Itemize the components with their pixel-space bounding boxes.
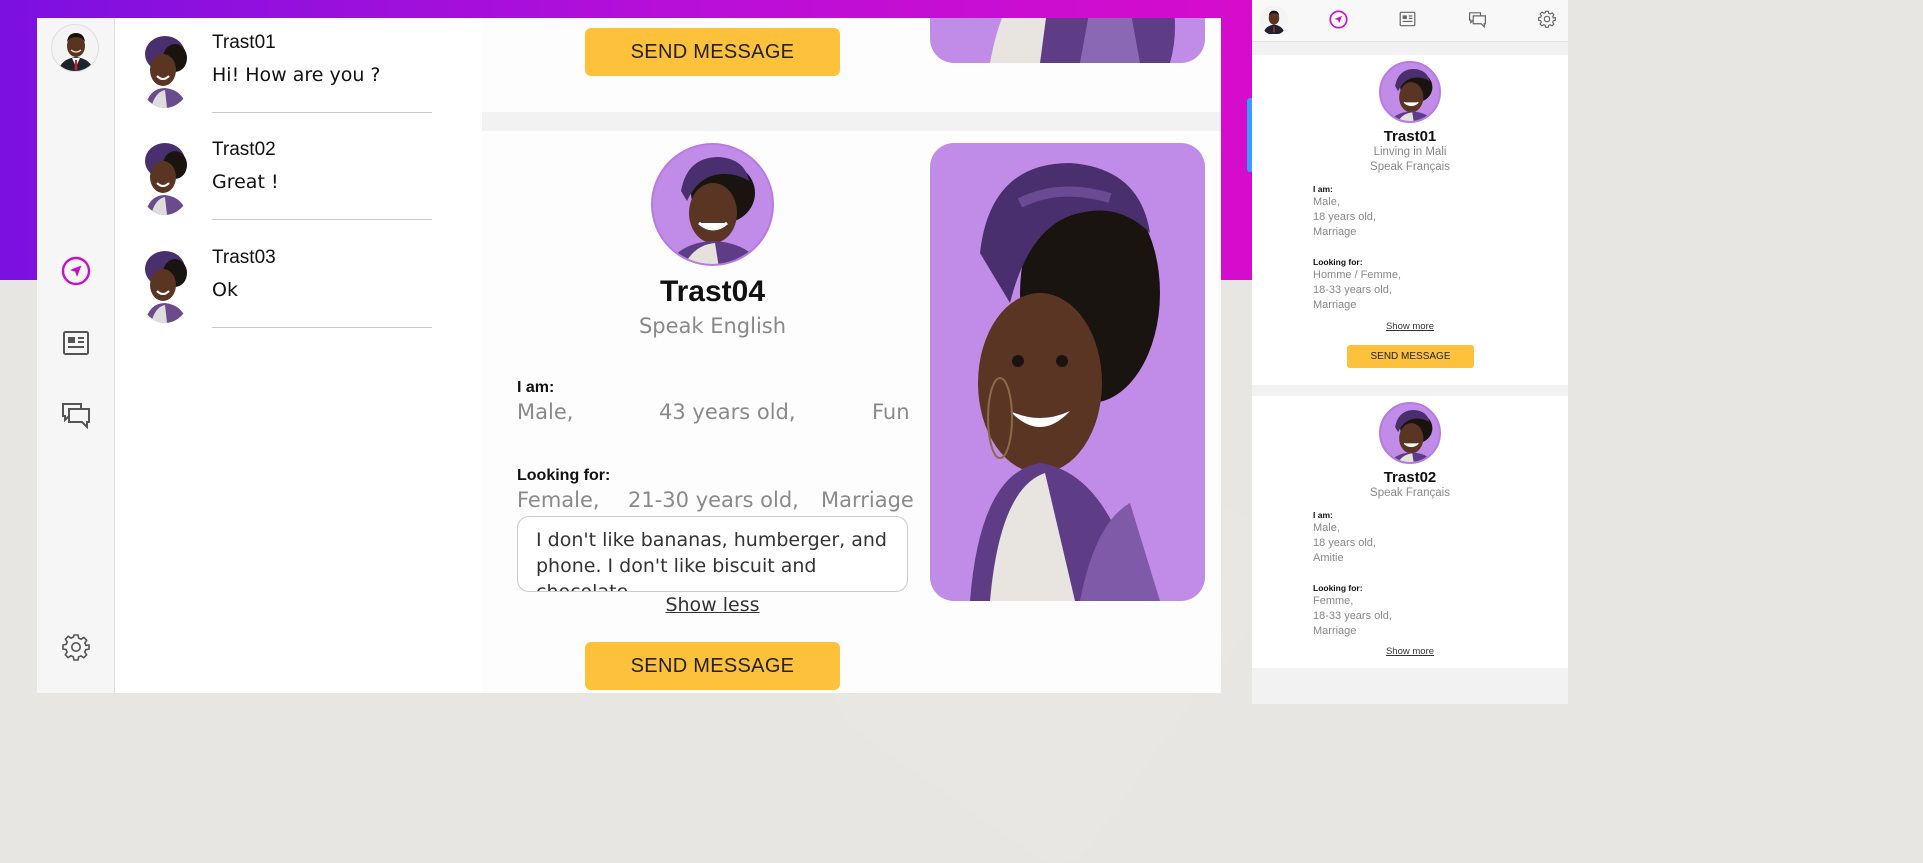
profile-language: Speak Français [1370, 487, 1450, 499]
divider [212, 219, 432, 220]
chat-bubbles-icon[interactable] [61, 400, 91, 430]
profile-photo [930, 143, 1205, 601]
chat-name: Trast02 [212, 139, 276, 160]
gear-icon[interactable] [1538, 10, 1556, 32]
navigation-compass-icon[interactable] [1329, 10, 1348, 33]
i-am-gender: Male, [517, 400, 574, 424]
i-am-label: I am: [1313, 510, 1333, 520]
chat-item-trast03[interactable]: Trast03 Ok [137, 233, 437, 341]
chat-list: Trast01 Hi! How are you ? Trast02 Great … [115, 18, 482, 693]
profile-card-previous: SEND MESSAGE [482, 18, 1221, 112]
profile-name: Trast04 [659, 275, 766, 308]
i-am-label: I am: [1313, 184, 1333, 194]
send-message-button[interactable]: SEND MESSAGE [585, 28, 840, 76]
looking-for-label: Looking for: [517, 467, 611, 484]
i-am-age: 18 years old, [1313, 211, 1376, 223]
mobile-profile-card: Trast01 Linving in Mali Speak Français I… [1252, 55, 1568, 385]
looking-gender: Femme, [1313, 595, 1354, 607]
mobile-preview: Trast01 Linving in Mali Speak Français I… [1252, 0, 1568, 704]
send-message-button[interactable]: SEND MESSAGE [585, 642, 840, 690]
newspaper-icon[interactable] [61, 328, 91, 358]
chat-name: Trast01 [212, 32, 276, 53]
profile-location: Linving in Mali [1373, 146, 1447, 158]
user-avatar[interactable] [51, 24, 99, 72]
profile-avatar [1379, 61, 1441, 123]
profile-language: Speak English [638, 314, 787, 338]
user-avatar[interactable] [1260, 5, 1288, 35]
profile-language: Speak Français [1370, 161, 1450, 173]
looking-gender: Female, [517, 488, 600, 512]
looking-for-label: Looking for: [1313, 583, 1363, 593]
looking-goal: Marriage [1313, 625, 1357, 637]
divider [212, 327, 432, 328]
show-more-link[interactable]: Show more [1252, 646, 1568, 657]
main-window: Trast01 Hi! How are you ? Trast02 Great … [37, 18, 1221, 693]
i-am-goal: Marriage [1313, 226, 1357, 238]
newspaper-icon[interactable] [1399, 11, 1416, 31]
i-am-gender: Male, [1313, 522, 1340, 534]
man-portrait [52, 25, 98, 71]
chat-last-message: Ok [212, 279, 238, 301]
chat-avatar [145, 143, 187, 215]
navigation-compass-icon[interactable] [61, 256, 91, 286]
chat-item-trast01[interactable]: Trast01 Hi! How are you ? [137, 18, 437, 126]
send-message-button[interactable]: SEND MESSAGE [1347, 345, 1474, 368]
chat-item-trast02[interactable]: Trast02 Great ! [137, 125, 437, 233]
left-nav-rail [37, 18, 115, 693]
i-am-goal: Amitie [1313, 552, 1344, 564]
profile-name: Trast01 [1383, 128, 1437, 145]
i-am-trait: Fun [872, 400, 910, 424]
i-am-gender: Male, [1313, 196, 1340, 208]
i-am-label: I am: [517, 379, 555, 396]
profile-photo [930, 18, 1205, 63]
looking-goal: Marriage [1313, 299, 1357, 311]
profile-avatar [651, 143, 774, 266]
profile-card: Trast04 Speak English I am: Male, 43 yea… [482, 131, 1221, 693]
chat-last-message: Great ! [212, 171, 279, 193]
show-more-link[interactable]: Show more [1252, 321, 1568, 332]
gear-icon[interactable] [61, 632, 91, 662]
i-am-age: 43 years old, [659, 400, 796, 424]
divider [212, 112, 432, 113]
profile-avatar [1379, 402, 1441, 464]
looking-goal: Marriage [821, 488, 914, 512]
looking-for-label: Looking for: [1313, 257, 1363, 267]
looking-age: 18-33 years old, [1313, 610, 1392, 622]
looking-age: 18-33 years old, [1313, 284, 1392, 296]
chat-name: Trast03 [212, 247, 276, 268]
looking-gender: Homme / Femme, [1313, 269, 1402, 281]
mobile-top-bar [1252, 0, 1568, 42]
profile-name: Trast02 [1383, 469, 1437, 486]
show-less-link[interactable]: Show less [482, 594, 943, 616]
chat-avatar [145, 251, 187, 323]
chat-bubbles-icon[interactable] [1468, 11, 1487, 32]
i-am-age: 18 years old, [1313, 537, 1376, 549]
profile-feed[interactable]: SEND MESSAGE Trast04 Speak English I am: [482, 18, 1221, 693]
looking-age: 21-30 years old, [628, 488, 799, 512]
chat-avatar [145, 36, 187, 108]
chat-last-message: Hi! How are you ? [212, 64, 381, 86]
about-text: I don't like bananas, humberger, and pho… [517, 516, 908, 592]
mobile-profile-card: Trast02 Speak Français I am: Male, 18 ye… [1252, 396, 1568, 668]
